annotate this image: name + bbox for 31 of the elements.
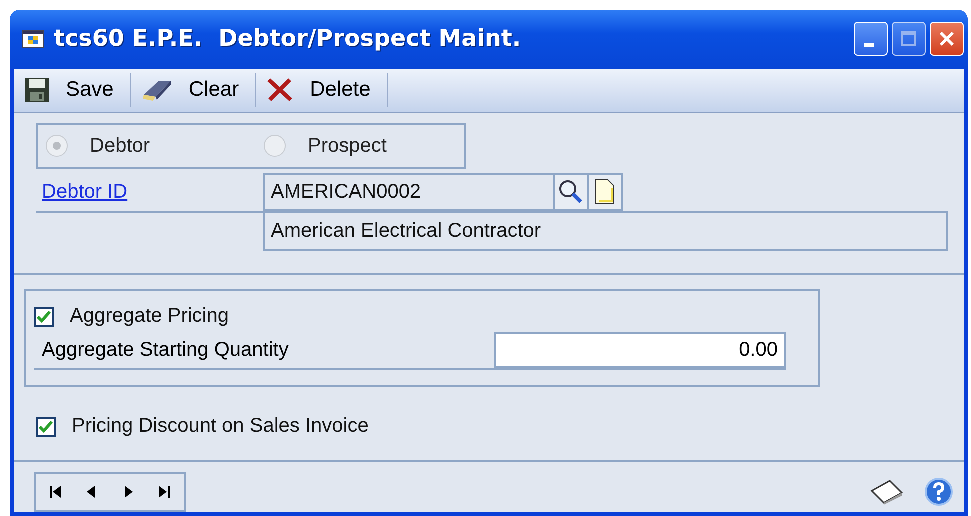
clear-button[interactable]: Clear	[134, 70, 252, 110]
close-icon	[939, 31, 955, 48]
window-title: tcs60 E.P.E. Debtor/Prospect Maint.	[54, 26, 522, 52]
lookup-button[interactable]	[555, 173, 589, 211]
maximize-button[interactable]	[892, 22, 926, 56]
search-icon	[558, 179, 584, 205]
debtor-id-link[interactable]: Debtor ID	[36, 173, 263, 211]
checkmark-icon	[39, 420, 53, 432]
window-app-icon	[22, 30, 44, 48]
last-icon	[156, 484, 172, 500]
debtor-id-field[interactable]: AMERICAN0002	[263, 173, 555, 211]
minimize-icon	[864, 43, 874, 48]
field-label: Aggregate Starting Quantity	[41, 338, 289, 362]
delete-button[interactable]: Delete	[260, 70, 383, 110]
radio-option[interactable]: Prospect	[264, 134, 387, 158]
checkmark-icon	[37, 310, 51, 322]
close-button[interactable]	[930, 22, 964, 56]
cross-icon	[266, 77, 294, 104]
pricing-discount-checkbox[interactable]: Pricing Discount on Sales Invoice	[36, 415, 369, 438]
page-icon	[595, 179, 615, 205]
quantity-field[interactable]: 0.00	[494, 332, 786, 368]
help-icon[interactable]	[924, 477, 954, 507]
save-button[interactable]: Save	[18, 70, 126, 110]
first-icon	[48, 484, 64, 500]
radio-option[interactable]: Debtor	[46, 134, 216, 158]
maximize-icon	[901, 31, 917, 48]
aggregate-pricing-checkbox[interactable]: Aggregate Pricing	[34, 305, 229, 328]
minimize-button[interactable]	[854, 22, 888, 56]
note-icon[interactable]	[870, 479, 904, 505]
note-button[interactable]	[589, 173, 623, 211]
debtor-name-field[interactable]: American Electrical Contractor	[263, 213, 948, 251]
